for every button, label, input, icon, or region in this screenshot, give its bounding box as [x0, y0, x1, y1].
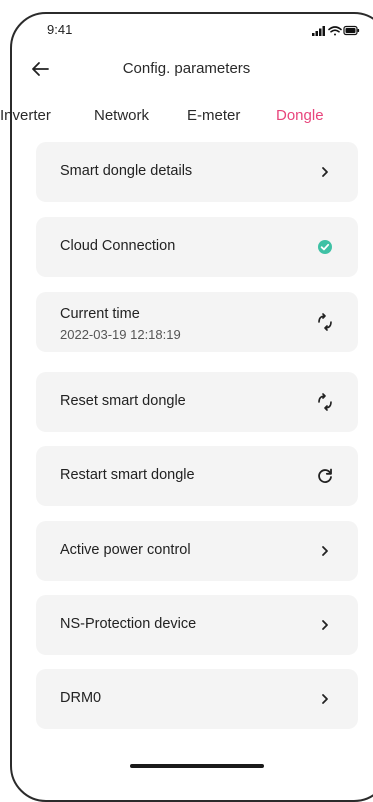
check-circle-icon	[316, 238, 334, 256]
sync-icon[interactable]	[316, 393, 334, 411]
refresh-icon[interactable]	[316, 467, 334, 485]
item-label: Current time	[60, 306, 140, 322]
page-title: Config. parameters	[122, 60, 251, 77]
chevron-right-icon	[316, 542, 334, 560]
tab-network[interactable]: Network	[94, 107, 149, 124]
drm0-item[interactable]: DRM0	[36, 669, 358, 729]
tab-bar: Inverter Network E-meter Dongle	[0, 107, 373, 127]
item-label: Active power control	[60, 542, 191, 558]
wifi-icon	[328, 26, 342, 36]
restart-smart-dongle-item[interactable]: Restart smart dongle	[36, 446, 358, 506]
item-label: Smart dongle details	[60, 163, 193, 179]
chevron-right-icon	[316, 163, 334, 181]
signal-icon	[312, 26, 325, 36]
item-label: Reset smart dongle	[60, 393, 186, 409]
tab-inverter[interactable]: Inverter	[0, 107, 51, 124]
current-time-value: 2022-03-19 12:18:19	[60, 327, 181, 342]
reset-smart-dongle-item[interactable]: Reset smart dongle	[36, 372, 358, 432]
chevron-right-icon	[316, 690, 334, 708]
status-time: 9:41	[47, 22, 73, 37]
current-time-item[interactable]: Current time 2022-03-19 12:18:19	[36, 292, 358, 352]
smart-dongle-details-item[interactable]: Smart dongle details	[36, 142, 358, 202]
cloud-connection-item[interactable]: Cloud Connection	[36, 217, 358, 277]
chevron-right-icon	[316, 616, 334, 634]
item-label: DRM0	[60, 690, 102, 706]
tab-dongle[interactable]: Dongle	[276, 107, 324, 124]
tab-e-meter[interactable]: E-meter	[187, 107, 240, 124]
item-label: Cloud Connection	[60, 238, 176, 254]
status-icons	[312, 25, 360, 36]
item-label: Restart smart dongle	[60, 467, 195, 483]
item-label: NS-Protection device	[60, 616, 197, 632]
ns-protection-device-item[interactable]: NS-Protection device	[36, 595, 358, 655]
battery-icon	[343, 25, 360, 36]
home-indicator	[130, 764, 264, 768]
active-power-control-item[interactable]: Active power control	[36, 521, 358, 581]
sync-icon[interactable]	[316, 313, 334, 331]
